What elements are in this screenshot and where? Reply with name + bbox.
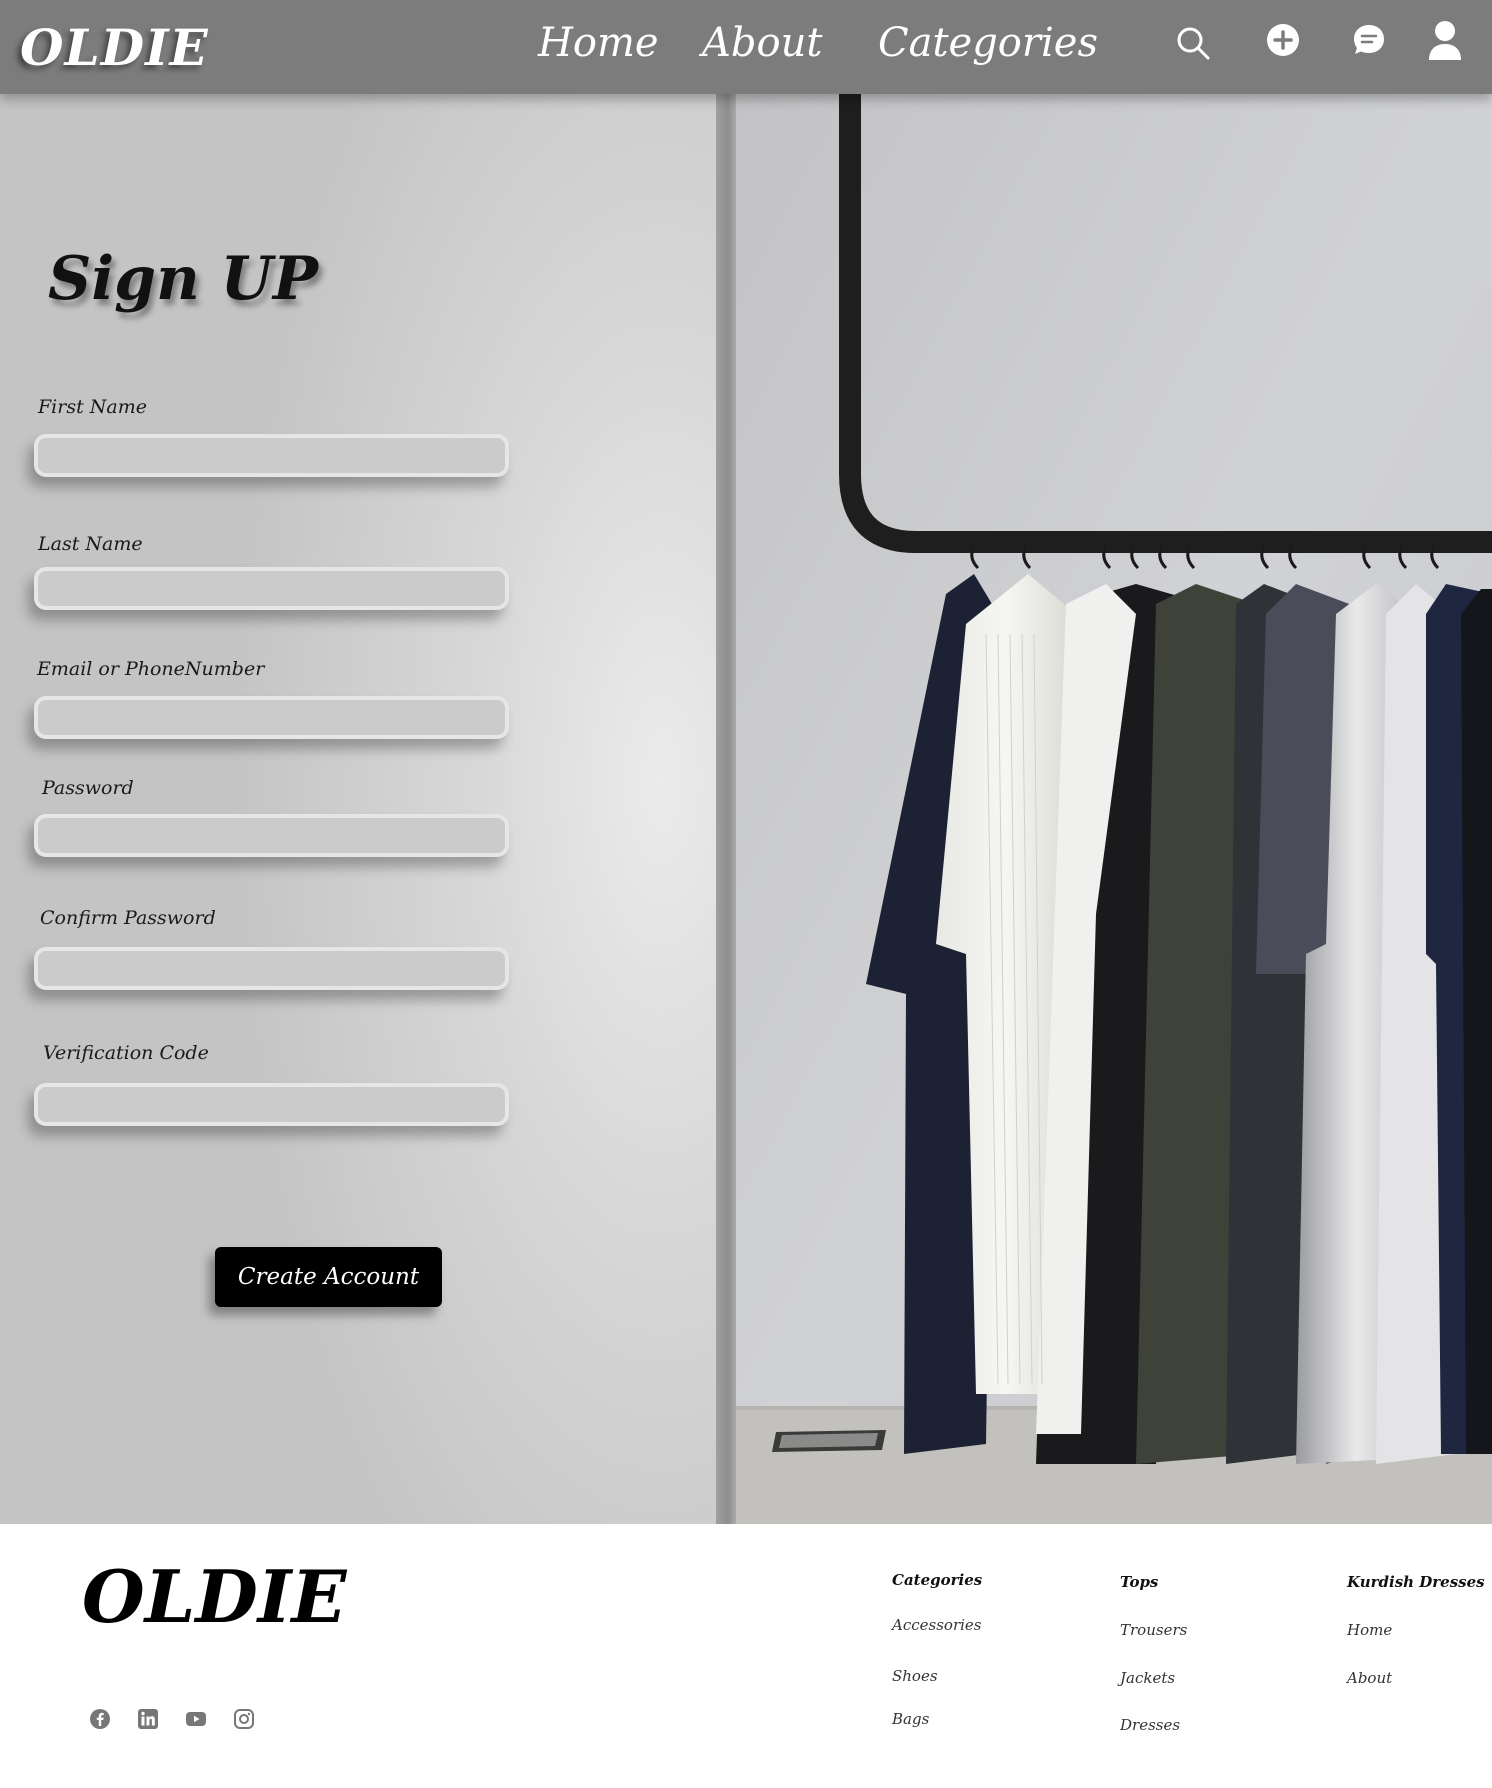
password-label: Password [42,777,134,799]
user-icon[interactable] [1426,20,1464,62]
footer-link-dresses[interactable]: Dresses [1120,1716,1180,1734]
page-title: Sign UP [48,244,319,314]
add-circle-icon[interactable] [1265,22,1301,58]
confirm-password-field[interactable] [34,947,509,990]
footer-link-bags[interactable]: Bags [892,1710,929,1728]
first-name-field[interactable] [34,434,509,477]
brand-logo[interactable]: OLDIE [20,18,209,77]
nav-home-link[interactable]: Home [538,20,659,66]
last-name-label: Last Name [38,533,143,555]
verification-code-field[interactable] [34,1083,509,1126]
instagram-icon[interactable] [233,1708,255,1730]
youtube-icon[interactable] [185,1708,207,1730]
password-field[interactable] [34,814,509,857]
panel-divider [716,94,738,1524]
footer-link-trousers[interactable]: Trousers [1120,1621,1187,1639]
site-footer: OLDIE Categories Accessories Shoes Bags … [0,1524,1492,1788]
email-phone-label: Email or PhoneNumber [37,658,265,680]
footer-logo[interactable]: OLDIE [82,1554,346,1639]
top-navbar: OLDIE Home About Categories [0,0,1492,94]
last-name-field[interactable] [34,567,509,610]
nav-about-link[interactable]: About [702,20,822,66]
footer-link-about[interactable]: About [1347,1669,1392,1687]
verification-code-label: Verification Code [43,1042,209,1064]
facebook-icon[interactable] [89,1708,111,1730]
footer-link-shoes[interactable]: Shoes [892,1667,938,1685]
chat-icon[interactable] [1351,22,1387,58]
signup-hero: Sign UP First Name Last Name Email or Ph… [0,94,1492,1524]
footer-col-kurdish-dresses-heading: Kurdish Dresses [1347,1573,1485,1591]
create-account-button[interactable]: Create Account [215,1247,442,1307]
first-name-label: First Name [38,396,147,418]
footer-col-tops-heading: Tops [1120,1573,1159,1591]
email-phone-field[interactable] [34,696,509,739]
confirm-password-label: Confirm Password [40,907,216,929]
linkedin-icon[interactable] [137,1708,159,1730]
clothing-rack-photo [736,94,1492,1524]
search-icon[interactable] [1175,25,1211,61]
nav-categories-link[interactable]: Categories [878,20,1098,66]
footer-link-home[interactable]: Home [1347,1621,1392,1639]
signup-panel: Sign UP First Name Last Name Email or Ph… [0,94,720,1524]
footer-link-accessories[interactable]: Accessories [892,1616,981,1634]
footer-col-categories-heading: Categories [892,1571,983,1589]
footer-link-jackets[interactable]: Jackets [1120,1669,1175,1687]
